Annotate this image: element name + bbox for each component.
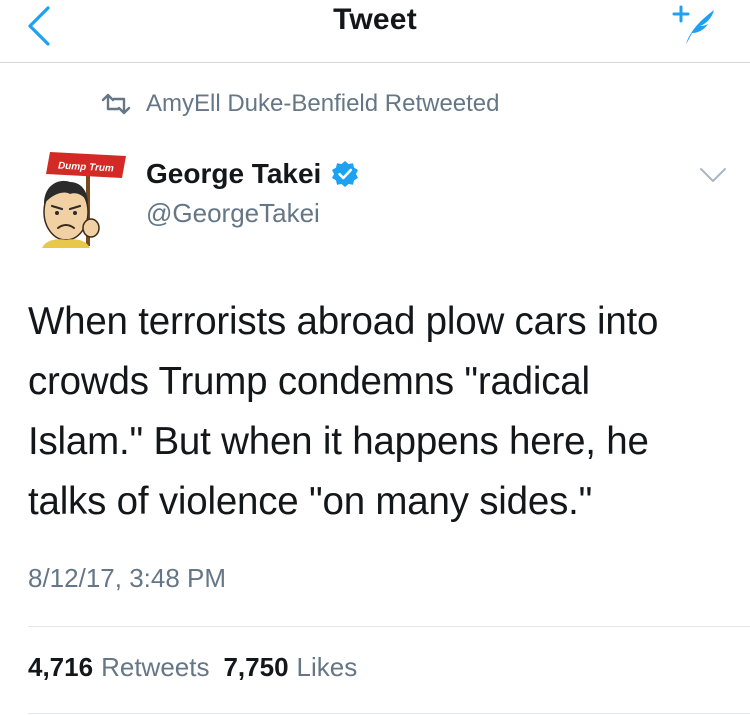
retweets-count[interactable]: 4,716 (28, 652, 93, 683)
compose-tweet-button[interactable] (668, 2, 726, 46)
page-title: Tweet (333, 3, 417, 36)
tweet-timestamp: 8/12/17, 3:48 PM (28, 563, 227, 593)
tweet-text: When terrorists abroad plow cars into cr… (28, 292, 728, 532)
divider (28, 626, 750, 627)
chevron-down-icon (700, 168, 726, 182)
author-name-row[interactable]: George Takei (146, 158, 359, 190)
avatar-image: Dump Trum (42, 152, 126, 248)
verified-badge-icon (332, 161, 359, 187)
screen-name[interactable]: @GeorgeTakei (146, 198, 320, 229)
likes-count[interactable]: 7,750 (223, 652, 288, 683)
divider (28, 713, 750, 714)
avatar[interactable]: Dump Trum (36, 148, 132, 248)
tweet-stats: 4,716 Retweets 7,750 Likes (28, 652, 357, 683)
display-name: George Takei (146, 158, 322, 189)
compose-tweet-icon (672, 5, 714, 44)
retweet-icon (101, 93, 131, 115)
tweet-text-line: talks of violence "on many sides." (28, 480, 593, 523)
tweet-text-line: Islam." But when it happens here, he (28, 420, 649, 463)
likes-label[interactable]: Likes (297, 652, 358, 683)
retweets-label[interactable]: Retweets (101, 652, 209, 683)
tweet-text-line: crowds Trump condemns "radical (28, 360, 590, 403)
nav-bar: Tweet (0, 0, 750, 63)
retweeted-by-label: AmyEll Duke-Benfield Retweeted (146, 90, 500, 117)
tweet-options-button[interactable] (698, 164, 728, 186)
retweet-context[interactable]: AmyEll Duke-Benfield Retweeted (100, 88, 500, 120)
tweet-text-line: When terrorists abroad plow cars into (28, 300, 659, 343)
